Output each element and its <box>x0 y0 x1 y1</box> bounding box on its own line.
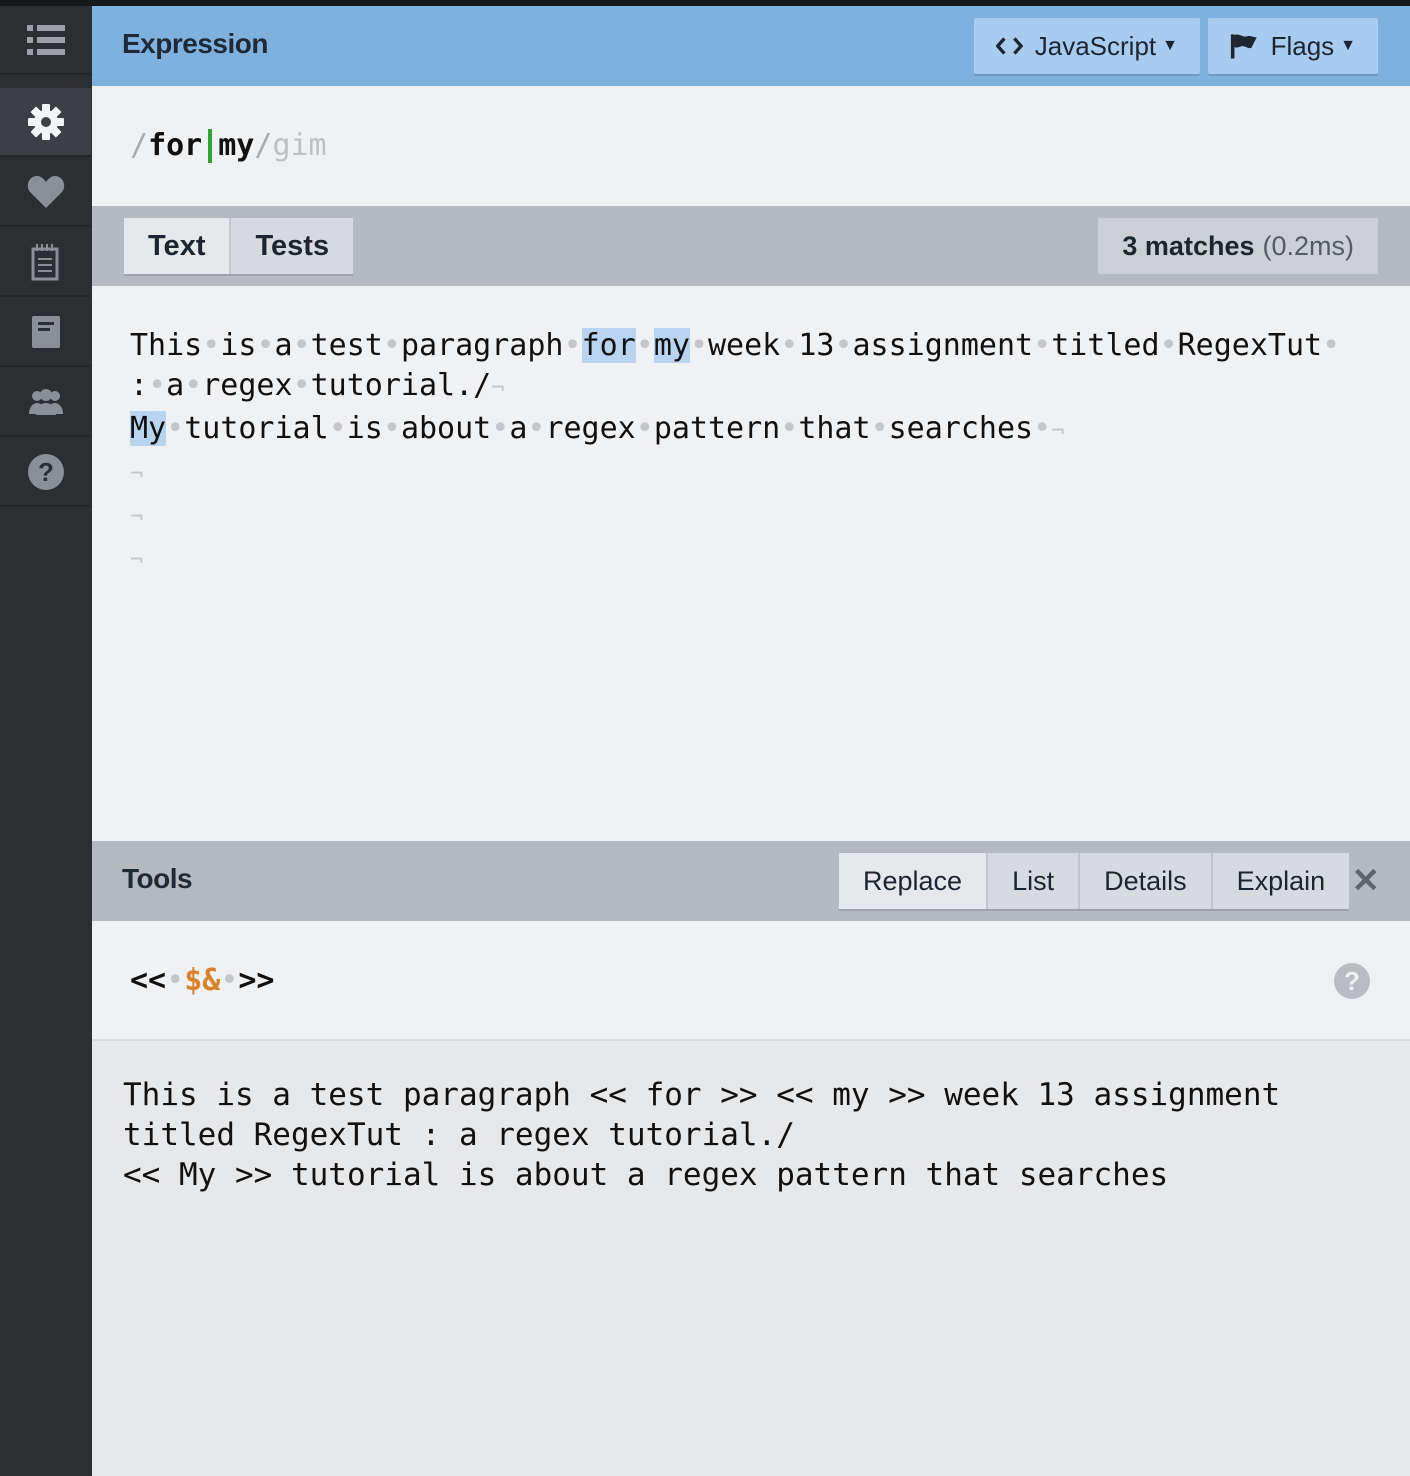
expression-token-my: my <box>218 128 255 163</box>
tab-list[interactable]: List <box>986 853 1079 909</box>
text-tabs: Text Tests <box>124 218 354 274</box>
word: week <box>708 328 781 363</box>
text-editor[interactable]: This•is•a•test•paragraph•for•my•week•13•… <box>92 286 1410 841</box>
sidebar-item-menu[interactable] <box>0 6 91 75</box>
code-icon <box>996 37 1023 55</box>
word: searches <box>888 411 1034 446</box>
notepad-icon <box>31 243 58 280</box>
tab-explain[interactable]: Explain <box>1210 853 1350 909</box>
newline-marker: ¬ <box>130 462 144 487</box>
word: tutorial./ <box>310 368 492 403</box>
result-text: This is a test paragraph << for >> << my… <box>123 1075 1280 1195</box>
sidebar-item-cheatsheet[interactable] <box>0 228 91 297</box>
newline-marker: ¬ <box>1051 419 1065 444</box>
word: : <box>130 368 149 403</box>
match-highlight: for <box>581 328 636 363</box>
replace-token: $& <box>184 963 221 998</box>
flag-icon <box>1230 34 1257 59</box>
word: tutorial <box>184 411 329 446</box>
tools-title: Tools <box>122 863 193 894</box>
book-icon <box>31 315 60 348</box>
matches-time: (0.2ms) <box>1262 230 1354 261</box>
source-text: This•is•a•test•paragraph•for•my•week•13•… <box>130 326 1340 581</box>
result-line: titled RegexTut : a regex tutorial./ <box>123 1117 795 1153</box>
match-highlight: my <box>653 328 690 363</box>
result-line: This is a test paragraph << for >> << my… <box>123 1077 1281 1113</box>
expression-flags: gim <box>272 128 327 163</box>
word: 13 <box>798 328 835 363</box>
word: test <box>310 328 383 363</box>
help-icon[interactable]: ? <box>1334 963 1370 999</box>
word: assignment <box>852 328 1034 363</box>
sidebar-item-settings[interactable] <box>0 88 91 157</box>
chevron-down-icon: ▼ <box>1340 37 1356 54</box>
alternation-pipe <box>208 128 213 163</box>
main-area: Expression JavaScript ▼ Flags ▼ / for my… <box>92 6 1410 1476</box>
replace-result: This is a test paragraph << for >> << my… <box>92 1041 1410 1476</box>
line-2: :•a•regex•tutorial./¬ <box>130 368 505 403</box>
result-line: << My >> tutorial is about a regex patte… <box>123 1157 1169 1193</box>
expression-token-for: for <box>148 128 203 163</box>
flags-label: Flags <box>1270 30 1335 61</box>
line-1: This•is•a•test•paragraph•for•my•week•13•… <box>130 328 1341 363</box>
word: a <box>509 411 528 446</box>
word: titled <box>1051 328 1160 363</box>
newline-marker: ¬ <box>130 548 144 573</box>
word: regex <box>202 368 293 403</box>
tab-replace[interactable]: Replace <box>839 853 987 909</box>
word: about <box>400 411 492 446</box>
replace-close: >> <box>238 963 275 998</box>
matches-badge: 3 matches (0.2ms) <box>1098 218 1378 274</box>
users-icon <box>28 388 63 415</box>
svg-text:?: ? <box>38 457 54 487</box>
line-3: My•tutorial•is•about•a•regex•pattern•tha… <box>130 411 1065 446</box>
sidebar-item-reference[interactable] <box>0 298 91 367</box>
word: paragraph <box>400 328 564 363</box>
tab-text[interactable]: Text <box>124 218 230 274</box>
flags-button[interactable]: Flags ▼ <box>1208 18 1378 74</box>
expression-line: / for my / gim <box>130 128 327 163</box>
word: pattern <box>653 411 781 446</box>
matches-count: 3 matches <box>1122 230 1255 261</box>
tab-tests[interactable]: Tests <box>229 218 354 274</box>
word: is <box>220 328 257 363</box>
sidebar-item-help[interactable]: ? <box>0 438 91 507</box>
tab-details[interactable]: Details <box>1078 853 1211 909</box>
replace-open: << <box>130 963 167 998</box>
chevron-down-icon: ▼ <box>1162 37 1178 54</box>
match-highlight: My <box>130 411 167 446</box>
word: is <box>346 411 383 446</box>
word: This <box>130 328 203 363</box>
expression-title: Expression <box>122 28 268 59</box>
word: regex <box>545 411 636 446</box>
newline-marker: ¬ <box>130 505 144 530</box>
language-label: JavaScript <box>1034 30 1157 61</box>
expression-editor[interactable]: / for my / gim <box>92 86 1410 206</box>
sidebar-item-favorites[interactable] <box>0 158 91 227</box>
word: a <box>166 368 185 403</box>
replace-pattern: <<•$&•>> <box>130 963 275 998</box>
expression-open-slash: / <box>130 128 149 163</box>
sidebar-item-community[interactable] <box>0 368 91 437</box>
word: that <box>798 411 871 446</box>
heart-icon <box>27 175 64 208</box>
tools-tabs: Replace List Details Explain <box>839 853 1350 909</box>
gear-icon <box>27 103 64 140</box>
list-icon <box>26 24 65 55</box>
question-icon: ? <box>27 453 64 490</box>
expression-header: Expression JavaScript ▼ Flags ▼ <box>92 6 1410 86</box>
word: RegexTut <box>1177 328 1323 363</box>
word: a <box>274 328 293 363</box>
replace-editor[interactable]: <<•$&•>> ? <box>92 921 1410 1041</box>
close-icon[interactable]: ✕ <box>1352 864 1381 898</box>
tools-header: Tools Replace List Details Explain ✕ <box>92 841 1410 921</box>
sidebar: ? <box>0 6 91 1476</box>
text-header: Text Tests 3 matches (0.2ms) <box>92 206 1410 286</box>
language-button[interactable]: JavaScript ▼ <box>974 18 1200 74</box>
expression-close-slash: / <box>254 128 273 163</box>
newline-marker: ¬ <box>491 376 505 401</box>
